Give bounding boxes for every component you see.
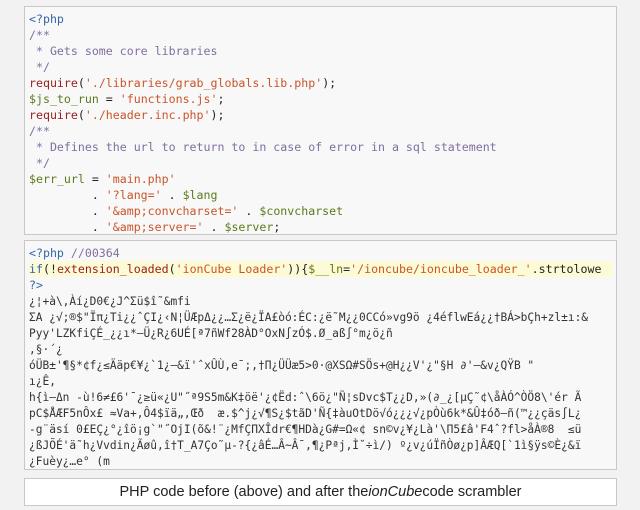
code-token: //00364 (70, 246, 120, 260)
code-token: ı¿Ê, (29, 375, 56, 388)
code-line: pC$ÅÆF5nÔx£ ≈Va+,Ô4$ïä„,Œð æ.$^j¿√¶S¿$tã… (29, 405, 612, 421)
code-line: <?php //00364 (29, 245, 612, 261)
caption-prefix: PHP code before (above) and after the (119, 484, 369, 500)
code-token: = (84, 172, 106, 186)
code-token: '?lang=' (105, 188, 162, 202)
code-line: * Defines the url to return to in case o… (29, 139, 612, 155)
code-line: ¿Fuèy¿…e° (m (29, 453, 612, 469)
code-token: $__ln (308, 262, 344, 276)
code-token: $convcharset (259, 204, 344, 218)
code-token: . (161, 188, 183, 202)
code-token: = (98, 92, 120, 106)
code-token: /** (29, 28, 50, 42)
code-line: /** (29, 27, 612, 43)
code-token: 'ionCube Loader' (175, 262, 288, 276)
figure-caption: PHP code before (above) and after the io… (24, 478, 617, 506)
code-token: . (29, 220, 106, 234)
code-line: $err_url = 'main.php' (29, 171, 612, 187)
code-line: . '&amp;server=' . $server; (29, 219, 612, 234)
code-before-panel: <?php/** * Gets some core libraries */re… (24, 6, 617, 235)
code-after-panel: <?php //00364 if(!extension_loaded('ionCu… (24, 240, 617, 470)
code-token: if (29, 262, 43, 276)
caption-suffix: code scrambler (422, 484, 522, 500)
code-line: */ (29, 59, 612, 75)
code-token: $err_url (29, 172, 85, 186)
code-token: <?php (29, 12, 64, 26)
code-token: './libraries/grab_globals.lib.php' (84, 76, 323, 90)
code-token: . (29, 188, 106, 202)
code-line: ¿ßJÕÉ'ä˜h¿Vvdin¿Ãøû,î†T_A7Ço˜µ-?{¿âÉ…Â~Â… (29, 437, 612, 453)
code-line: . '&amp;convcharset=' . $convcharset (29, 203, 612, 219)
code-token: * Gets some core libraries (29, 44, 218, 58)
code-token: ¿Fuèy¿…e° (m (29, 455, 110, 468)
code-line: require('./header.inc.php'); (29, 107, 612, 123)
code-line: Pyy'LZKfiÇÉ_¿¿ı*–Ü¿R¿6UÉ[ª7ñWf28ÀD°OxN∫z… (29, 325, 612, 341)
code-token: extension_loaded (56, 262, 169, 276)
code-line: */ (29, 155, 612, 171)
code-line: ¿¦+à\‚Àí¿D0€¿J^Σü$î˜&mfi (29, 293, 612, 309)
code-token: óÜB±'¶§*¢f¿≤Ääp€¥¿`1¿–&ï'ˆxÛÙ,e¯;,†Π¿ÜÜæ… (29, 359, 535, 372)
code-line: . '?lang=' . $lang (29, 187, 612, 203)
code-line: óÜB±'¶§*¢f¿≤Ääp€¥¿`1¿–&ï'ˆxÛÙ,e¯;,†Π¿ÜÜæ… (29, 357, 612, 373)
code-token: . (238, 204, 260, 218)
code-token: ; (273, 220, 281, 234)
code-token: * Defines the url to return to in case o… (29, 140, 497, 154)
code-token: ( (77, 76, 85, 90)
code-line: h{ì–Δn -ù!6≠£6'¯¿≥ü«¿U"˝ª9S5m&K‡öë'¿¢Ëd:… (29, 389, 612, 405)
code-token: Pyy'LZKfiÇÉ_¿¿ı*–Ü¿R¿6UÉ[ª7ñWf28ÀD°OxN∫z… (29, 327, 393, 340)
code-token: .strtolowe (531, 262, 602, 276)
code-token: ΣA ¿√;®$"Ïπ¿Ti¿¿ˆÇI¿‹N¦ÜÆpΔ¿¿…Σ¿ë¿ÏA£òó:… (29, 311, 589, 324)
code-line: if(!extension_loaded('ionCube Loader')){… (29, 261, 612, 277)
code-token: ( (168, 262, 176, 276)
code-token: $server (224, 220, 274, 234)
code-token: ¿ßJÕÉ'ä˜h¿Vvdin¿Ãøû,î†T_A7Ço˜µ-?{¿âÉ…Â~Â… (29, 439, 582, 452)
code-line: -g¨äsí 0£EÇ¿°¿îö¡g`"˝OjI(õ&!¨¿MfÇΠXÎdr€¶… (29, 421, 612, 437)
code-line: <?php (29, 11, 612, 27)
code-before-block: <?php/** * Gets some core libraries */re… (25, 7, 616, 234)
code-token: pC$ÅÆF5nÔx£ ≈Va+,Ô4$ïä„,Œð æ.$^j¿√¶S¿$tã… (29, 407, 582, 420)
code-token: ); (322, 76, 337, 90)
code-token: ¿¦+à\‚Àí¿D0€¿J^Σü$î˜&mfi (29, 295, 191, 308)
code-token: (! (42, 262, 57, 276)
code-token: 'main.php' (105, 172, 176, 186)
code-token: */ (29, 156, 50, 170)
code-token: ,§·´¿ (29, 343, 63, 356)
code-token: -g¨äsí 0£EÇ¿°¿îö¡g`"˝OjI(õ&!¨¿MfÇΠXÎdr€¶… (29, 423, 582, 436)
code-token: $lang (182, 188, 218, 202)
code-token: ; (217, 92, 225, 106)
code-token: /** (29, 124, 50, 138)
code-after-block: <?php //00364 if(!extension_loaded('ionCu… (25, 241, 616, 469)
code-token: require (29, 76, 78, 90)
code-line: ,§·´¿ (29, 341, 612, 357)
code-token: ); (210, 108, 225, 122)
code-token: <?php (29, 246, 71, 260)
code-token: '/ioncube/ioncube_loader_' (350, 262, 532, 276)
code-token: ?> (29, 278, 43, 292)
code-line: require('./libraries/grab_globals.lib.ph… (29, 75, 612, 91)
code-token: './header.inc.php' (84, 108, 211, 122)
code-token: ( (77, 108, 85, 122)
code-line: /** (29, 123, 612, 139)
code-token: . (203, 220, 225, 234)
code-line: * Gets some core libraries (29, 43, 612, 59)
code-token: */ (29, 60, 50, 74)
code-line: ı¿Ê, (29, 373, 612, 389)
code-token: 'functions.js' (119, 92, 218, 106)
code-token: h{ì–Δn -ù!6≠£6'¯¿≥ü«¿U"˝ª9S5m&K‡öë'¿¢Ëd:… (29, 391, 582, 404)
caption-emphasis: ionCube (368, 484, 423, 500)
code-token: '&amp;server=' (105, 220, 204, 234)
code-line: ?> (29, 277, 612, 293)
code-token: '&amp;convcharset=' (105, 204, 239, 218)
code-line: ΣA ¿√;®$"Ïπ¿Ti¿¿ˆÇI¿‹N¦ÜÆpΔ¿¿…Σ¿ë¿ÏA£òó:… (29, 309, 612, 325)
code-line: $js_to_run = 'functions.js'; (29, 91, 612, 107)
code-token: $js_to_run (29, 92, 99, 106)
code-token: )){ (287, 262, 309, 276)
code-token: require (29, 108, 78, 122)
code-token: . (29, 204, 106, 218)
